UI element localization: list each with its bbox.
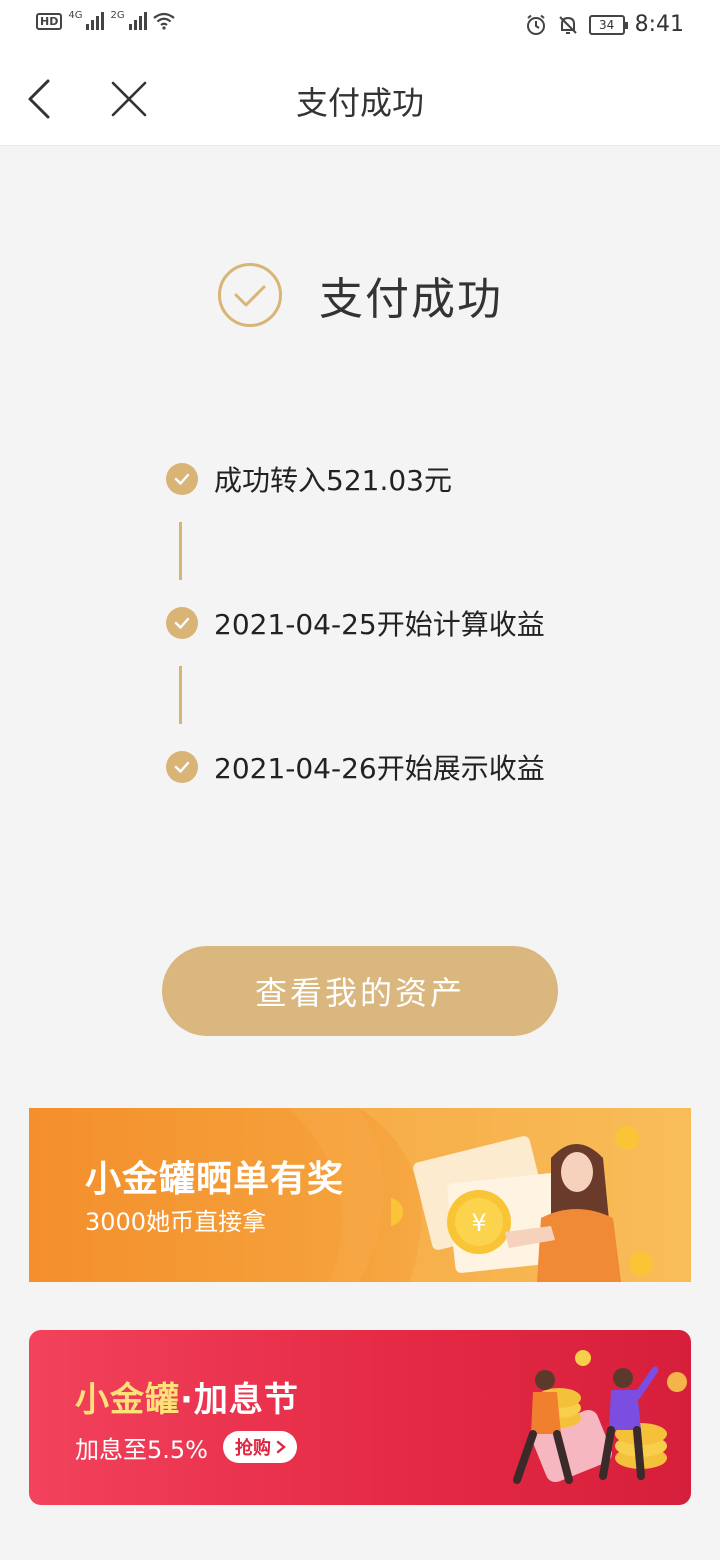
- view-assets-button[interactable]: 查看我的资产: [162, 946, 558, 1036]
- check-icon: [166, 751, 198, 783]
- battery-icon: 34: [588, 14, 628, 35]
- banner-subtitle: 3000她币直接拿: [85, 1208, 267, 1236]
- step-text: 2021-04-26开始展示收益: [214, 752, 545, 785]
- step-item: 成功转入521.03元: [166, 456, 586, 502]
- status-time: 8:41: [634, 12, 684, 37]
- svg-text:¥: ¥: [471, 1209, 486, 1237]
- celebration-illustration: [513, 1350, 687, 1484]
- network-type-2: 2G: [110, 9, 125, 21]
- banner-subtitle: 加息至5.5%: [75, 1436, 208, 1464]
- progress-steps: 成功转入521.03元 2021-04-25开始计算收益 2021-04-26开…: [166, 456, 586, 790]
- step-text: 成功转入521.03元: [214, 464, 452, 497]
- woman-with-coin-illustration: ¥: [391, 1126, 653, 1282]
- wifi-icon: [152, 12, 175, 30]
- banner-title: 小金罐晒单有奖: [85, 1159, 345, 1200]
- status-bar: HD 4G 2G 34 8:41: [0, 0, 720, 52]
- chevron-right-icon: [276, 1440, 286, 1454]
- alarm-icon: [526, 14, 545, 35]
- success-title: 支付成功: [319, 274, 503, 325]
- interest-festival-banner[interactable]: 小金罐·加息节 加息至5.5% 抢购: [29, 1330, 691, 1505]
- signal-icon-2: [128, 12, 147, 30]
- check-icon: [166, 463, 198, 495]
- bell-off-icon: [558, 15, 577, 34]
- check-circle-icon: [218, 263, 282, 327]
- share-reward-banner[interactable]: 小金罐晒单有奖 3000她币直接拿 ¥: [29, 1108, 691, 1282]
- step-connector: [179, 522, 182, 580]
- battery-level: 34: [598, 17, 615, 32]
- check-icon: [166, 607, 198, 639]
- status-bar-left: HD 4G 2G: [36, 9, 175, 30]
- buy-now-button[interactable]: 抢购: [223, 1431, 297, 1463]
- network-type-1: 4G: [68, 9, 83, 21]
- step-connector: [179, 666, 182, 724]
- nav-title: 支付成功: [295, 84, 424, 122]
- banner-title-gold: 小金罐: [75, 1380, 180, 1420]
- nav-bar: 支付成功: [0, 52, 720, 146]
- step-item: 2021-04-25开始计算收益: [166, 600, 586, 646]
- buy-now-label: 抢购: [235, 1438, 271, 1459]
- status-bar-right: 34 8:41: [525, 12, 684, 37]
- hd-icon: HD: [36, 12, 63, 30]
- step-text: 2021-04-25开始计算收益: [214, 608, 545, 641]
- signal-icon-1: [86, 12, 105, 30]
- banner-title-dot: ·: [180, 1380, 194, 1420]
- banner-title: 小金罐·加息节: [75, 1372, 299, 1421]
- step-item: 2021-04-26开始展示收益: [166, 744, 586, 790]
- success-header: 支付成功: [0, 262, 720, 328]
- banner-title-white: 加息节: [193, 1380, 299, 1420]
